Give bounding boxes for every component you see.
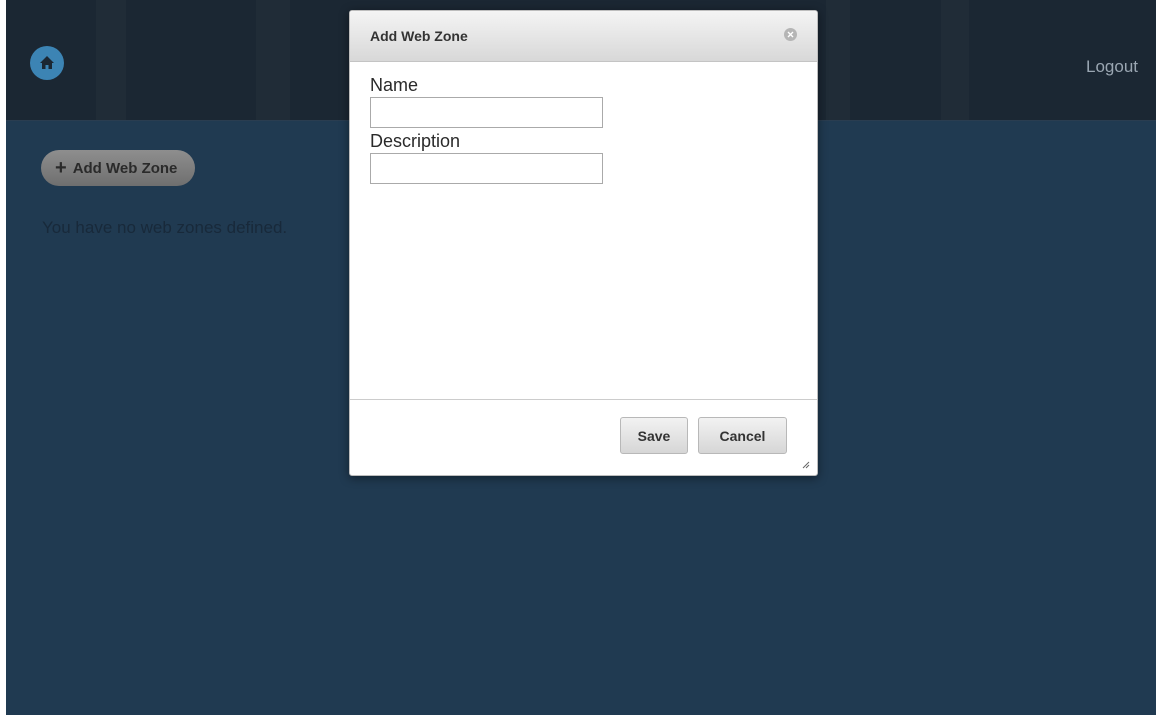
- description-input[interactable]: [370, 153, 603, 184]
- plus-icon: +: [55, 157, 67, 179]
- cancel-button[interactable]: Cancel: [698, 417, 787, 454]
- header-decoration: [941, 0, 969, 120]
- dialog-footer-divider: [350, 399, 817, 400]
- close-icon: [787, 31, 794, 38]
- dialog-title: Add Web Zone: [370, 28, 468, 44]
- resize-handle-icon[interactable]: [802, 461, 810, 469]
- logout-link[interactable]: Logout: [1086, 57, 1138, 77]
- save-button[interactable]: Save: [620, 417, 688, 454]
- add-web-zone-label: Add Web Zone: [72, 159, 178, 177]
- add-web-zone-button[interactable]: + Add Web Zone: [41, 150, 196, 186]
- app-window: Logout + Add Web Zone You have no web zo…: [6, 0, 1156, 715]
- description-label: Description: [370, 131, 461, 151]
- name-label: Name: [370, 75, 419, 95]
- home-button[interactable]: [30, 46, 64, 80]
- add-web-zone-dialog: Add Web Zone Name Description Save Cance…: [349, 10, 818, 476]
- header-decoration: [96, 0, 126, 120]
- home-icon: [40, 56, 54, 69]
- header-decoration: [256, 0, 290, 120]
- empty-state-message: You have no web zones defined.: [42, 218, 288, 237]
- close-button[interactable]: [784, 28, 797, 41]
- name-input[interactable]: [370, 97, 603, 128]
- dialog-titlebar[interactable]: Add Web Zone: [350, 11, 817, 62]
- header-decoration: [826, 0, 850, 120]
